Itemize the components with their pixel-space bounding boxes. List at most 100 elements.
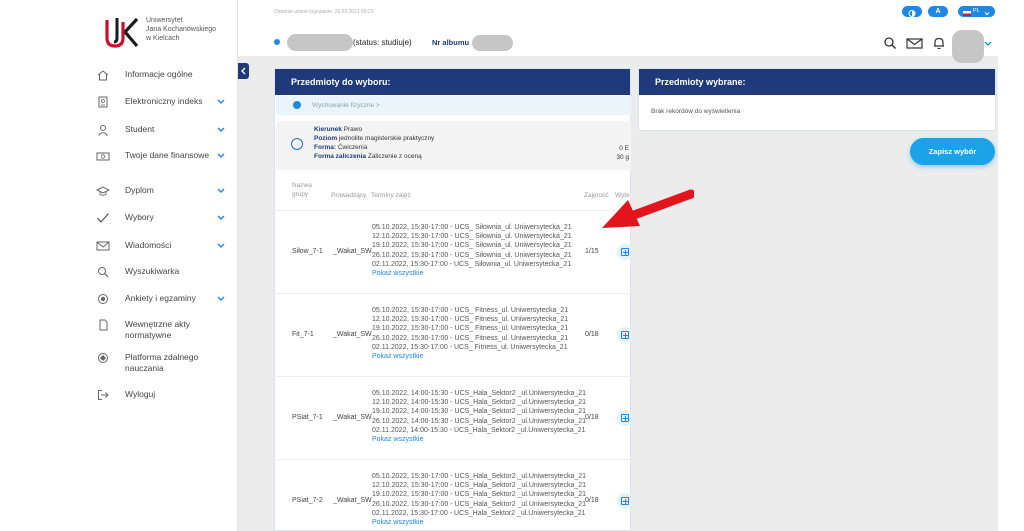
- info-kierunek: Kierunek Prawo: [314, 126, 362, 133]
- add-choice-button[interactable]: [617, 244, 633, 260]
- table-row: Fit_7-1 _Wakat_SW 05.10.2022, 15:30-17:0…: [276, 293, 633, 376]
- term-line: 19.10.2022, 15:30-17:00 - UCS_ Fitness_u…: [372, 325, 569, 333]
- album-number-label: Nr albumu: [432, 38, 470, 47]
- lecturer-name: _Wakat_SW: [333, 331, 372, 338]
- term-line: 02.11.2022, 15:30-17:00 - UCS_Hala_Sekto…: [372, 509, 586, 517]
- term-line: 02.11.2022, 14:00-15:30 - UCS_Hala_Sekto…: [372, 426, 586, 434]
- panel-title: Przedmioty wybrane:: [639, 69, 995, 95]
- mail-icon: [96, 241, 110, 251]
- search-icon[interactable]: [883, 36, 897, 50]
- university-logo[interactable]: Uniwersytet Jana Kochanowskiego w Kielca…: [104, 16, 244, 50]
- sidebar-item-label: Wybory: [125, 212, 154, 222]
- bell-icon[interactable]: [932, 36, 946, 50]
- kierunek-value: Prawo: [343, 126, 363, 133]
- last-login-text: Ostatnie udane logowanie: 26.09.2022 09:…: [274, 9, 374, 15]
- zaliczenie-label: Forma zaliczenia: [314, 153, 367, 160]
- sidebar-item-akty[interactable]: Wewnętrzne akty normatywne: [96, 319, 226, 341]
- group-name: Fit_7-1: [292, 331, 314, 338]
- term-line: 26.10.2022, 15:30-17:00 - UCS_ Siłownia_…: [372, 251, 572, 259]
- term-line: 02.11.2022, 15:30-17:00 - UCS_ Siłownia_…: [372, 260, 572, 268]
- sidebar-item-dyplom[interactable]: Dyplom: [96, 185, 226, 197]
- occupancy-value: 0/18: [585, 414, 599, 421]
- show-all-link[interactable]: Pokaż wszystkie: [372, 269, 572, 278]
- table-row: PSiat_7-2 _Wakat_SW 05.10.2022, 15:30-17…: [276, 459, 633, 531]
- chevron-down-icon[interactable]: [984, 39, 992, 47]
- sidebar-collapse-button[interactable]: [238, 63, 249, 79]
- sidebar-item-label: Platforma zdalnego nauczania: [125, 352, 199, 373]
- sidebar-item-label: Dyplom: [125, 185, 154, 195]
- sidebar-item-platforma[interactable]: Platforma zdalnego nauczania: [96, 352, 226, 374]
- column-header-terms: Terminy zajęć: [371, 192, 411, 199]
- breadcrumb-label: Wychowanie fizyczne >: [312, 102, 380, 109]
- table-row: Siłow_7-1 _Wakat_SW 05.10.2022, 15:30-17…: [276, 210, 633, 293]
- sidebar-item-label: Twoje dane finansowe: [125, 150, 210, 160]
- font-size-toggle[interactable]: A: [928, 6, 948, 17]
- plus-square-icon: [621, 331, 629, 339]
- sidebar-item-ankiety[interactable]: Ankiety i egzaminy: [96, 293, 226, 305]
- selected-courses-panel: Przedmioty wybrane: Brak rekordów do wyś…: [638, 68, 996, 131]
- home-icon: [97, 70, 109, 81]
- status-indicator: [274, 39, 280, 45]
- occupancy-value: 0/18: [585, 497, 599, 504]
- empty-message: Brak rekordów do wyświetlenia: [651, 108, 741, 115]
- add-choice-button[interactable]: [617, 410, 633, 426]
- chevron-down-icon: [217, 188, 225, 193]
- chevron-down-icon: [217, 215, 225, 220]
- terms-list: 05.10.2022, 15:30-17:00 - UCS_Hala_Sekto…: [372, 472, 586, 527]
- table-row: PSiat_7-1 _Wakat_SW 05.10.2022, 14:00-15…: [276, 376, 633, 459]
- term-line: 05.10.2022, 15:30-17:00 - UCS_ Fitness_u…: [372, 307, 569, 314]
- sidebar-item-label: Informacje ogólne: [125, 69, 193, 79]
- term-line: 26.10.2022, 15:30-17:00 - UCS_ Fitness_u…: [372, 334, 569, 342]
- save-choice-button[interactable]: Zapisz wybór: [910, 138, 995, 165]
- diploma-icon: [96, 186, 110, 196]
- search-icon: [98, 267, 109, 278]
- sidebar-item-informacje[interactable]: Informacje ogólne: [96, 69, 226, 81]
- info-poziom: Poziom jednolite magisterskie praktyczny: [314, 135, 434, 142]
- forma-label: Forma:: [314, 144, 337, 151]
- sidebar-item-wyloguj[interactable]: Wyloguj: [96, 389, 226, 401]
- logout-icon: [98, 390, 109, 400]
- term-line: 05.10.2022, 14:00-15:30 - UCS_Hala_Sekto…: [372, 390, 587, 397]
- zaliczenie-value: Zaliczenie z oceną: [367, 153, 422, 160]
- bullet-icon: [293, 101, 301, 109]
- show-all-link[interactable]: Pokaż wszystkie: [372, 518, 586, 527]
- sidebar-item-wiadomosci[interactable]: Wiadomości: [96, 240, 226, 252]
- sidebar-item-student[interactable]: Student: [96, 124, 226, 136]
- exchange-icon: [291, 138, 303, 150]
- column-header-lecturer: Prowadzący: [331, 192, 367, 199]
- sidebar-item-wyszukiwarka[interactable]: Wyszukiwarka: [96, 266, 226, 278]
- column-header-group-line2: grupy: [292, 191, 309, 198]
- term-line: 12.10.2022, 15:30-17:00 - UCS_Hala_Sekto…: [372, 482, 587, 490]
- breadcrumb[interactable]: Wychowanie fizyczne >: [276, 96, 631, 115]
- sidebar-item-finanse[interactable]: Twoje dane finansowe: [96, 150, 226, 162]
- language-switch[interactable]: PL: [958, 6, 995, 17]
- sidebar-item-indeks[interactable]: Elektroniczny indeks: [96, 96, 226, 108]
- sidebar-item-label: Wyloguj: [125, 389, 156, 399]
- document-icon: [99, 319, 108, 331]
- contrast-icon: [908, 10, 916, 17]
- info-forma: Forma: Ćwiczenia: [314, 144, 367, 151]
- terms-list: 05.10.2022, 15:30-17:00 - UCS_ Fitness_u…: [372, 306, 568, 361]
- course-info-box: Kierunek Prawo Poziom jednolite magister…: [276, 121, 631, 170]
- term-line: 12.10.2022, 15:30-17:00 - UCS_ Fitness_u…: [372, 316, 569, 324]
- sidebar-item-label: Ankiety i egzaminy: [125, 293, 196, 303]
- language-code: PL: [973, 8, 980, 14]
- university-name-line1: Uniwersytet: [146, 17, 183, 24]
- mail-icon[interactable]: [906, 36, 923, 50]
- avatar-redacted[interactable]: [952, 30, 984, 63]
- info-zaliczenie: Forma zaliczenia Zaliczenie z oceną: [314, 153, 422, 160]
- group-name: PSiat_7-1: [292, 414, 323, 421]
- term-line: 02.11.2022, 15:30-17:00 - UCS_ Fitness_u…: [372, 343, 568, 351]
- add-choice-button[interactable]: [617, 493, 633, 509]
- sidebar-item-wybory[interactable]: Wybory: [96, 212, 226, 224]
- show-all-link[interactable]: Pokaż wszystkie: [372, 435, 586, 444]
- album-number-redacted: [472, 35, 513, 51]
- lecturer-name: _Wakat_SW: [333, 497, 372, 504]
- group-name: Siłow_7-1: [292, 248, 323, 255]
- contrast-toggle[interactable]: [902, 6, 922, 17]
- plus-square-icon: [621, 497, 629, 505]
- show-all-link[interactable]: Pokaż wszystkie: [372, 352, 568, 361]
- add-choice-button[interactable]: [617, 327, 633, 343]
- money-icon: [96, 152, 110, 161]
- student-name-redacted: [287, 34, 353, 51]
